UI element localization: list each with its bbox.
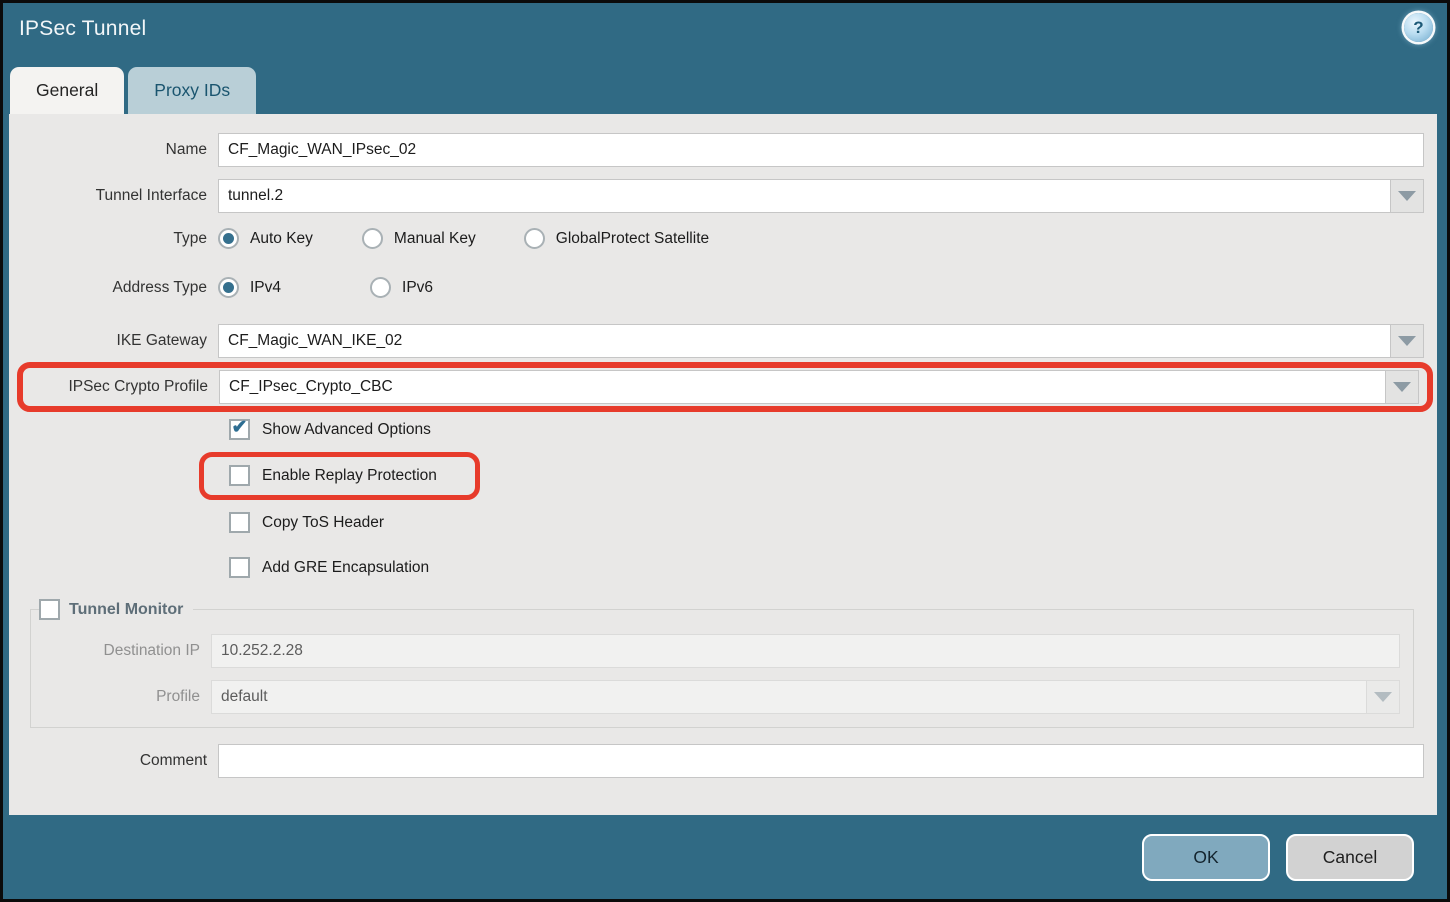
ike-gateway-select [218,324,1424,358]
tunnel-interface-select [218,179,1424,213]
type-option-manual-key[interactable]: Manual Key [362,228,476,249]
profile-row: Profile [31,680,1400,714]
dialog-titlebar: IPSec Tunnel ? [3,3,1447,66]
type-option-auto-key[interactable]: Auto Key [218,228,313,249]
chevron-down-icon [1393,382,1411,392]
ok-button[interactable]: OK [1142,834,1270,881]
radio-icon[interactable] [362,228,383,249]
destination-ip-row: Destination IP [31,634,1400,668]
show-advanced-options-checkbox[interactable]: ✔ [229,419,250,440]
chevron-down-icon [1398,336,1416,346]
add-gre-encapsulation-row[interactable]: Add GRE Encapsulation [229,557,1437,578]
general-tab-panel: Name Tunnel Interface [9,114,1437,815]
name-label: Name [9,141,218,159]
tunnel-interface-label: Tunnel Interface [9,187,218,205]
type-option-manual-key-label: Manual Key [394,230,476,248]
enable-replay-protection-row[interactable]: Enable Replay Protection [229,465,437,486]
chevron-down-icon [1398,191,1416,201]
profile-select [211,680,1400,714]
address-type-option-ipv6-label: IPv6 [402,279,433,297]
address-type-option-ipv4-label: IPv4 [250,279,281,297]
comment-input[interactable] [218,744,1424,778]
comment-label: Comment [9,752,218,770]
ipsec-crypto-profile-label: IPSec Crypto Profile [23,378,219,396]
tunnel-monitor-label: Tunnel Monitor [69,601,183,619]
type-option-globalprotect-satellite-label: GlobalProtect Satellite [556,230,709,248]
type-row: Type Auto Key Manual Key GlobalProtect [9,228,1424,249]
address-type-option-ipv6[interactable]: IPv6 [370,277,433,298]
profile-dropdown-button [1366,680,1400,714]
radio-icon[interactable] [524,228,545,249]
add-gre-encapsulation-label: Add GRE Encapsulation [262,559,429,577]
help-icon[interactable]: ? [1404,13,1433,42]
ike-gateway-dropdown-button[interactable] [1390,324,1424,358]
profile-input [211,680,1366,714]
address-type-row: Address Type IPv4 IPv6 [9,277,1424,298]
destination-ip-label: Destination IP [31,642,211,660]
tunnel-interface-row: Tunnel Interface [9,179,1424,213]
help-icon-glyph: ? [1413,18,1423,38]
dialog-title: IPSec Tunnel [19,17,146,41]
ipsec-crypto-profile-highlight: IPSec Crypto Profile [17,362,1433,412]
tunnel-monitor-legend: Tunnel Monitor [39,599,193,620]
copy-tos-header-checkbox[interactable] [229,512,250,533]
enable-replay-protection-highlight: Enable Replay Protection [199,452,480,500]
ipsec-crypto-profile-input[interactable] [219,370,1385,404]
checkmark-icon: ✔ [232,418,248,437]
radio-icon[interactable] [370,277,391,298]
tunnel-monitor-group: Tunnel Monitor Destination IP Profile [30,599,1414,728]
radio-selected-icon[interactable] [218,277,239,298]
chevron-down-icon [1374,692,1392,702]
tab-general-label: General [36,80,98,101]
ike-gateway-label: IKE Gateway [9,332,218,350]
copy-tos-header-label: Copy ToS Header [262,514,384,532]
type-label: Type [9,230,218,248]
address-type-option-ipv4[interactable]: IPv4 [218,277,281,298]
tunnel-monitor-checkbox[interactable] [39,599,60,620]
profile-label: Profile [31,688,211,706]
dialog-footer: OK Cancel [3,815,1447,899]
cancel-button[interactable]: Cancel [1286,834,1414,881]
comment-row: Comment [9,744,1424,778]
screen: IPSec Tunnel ? General Proxy IDs Name [0,0,1450,902]
tab-proxy-ids[interactable]: Proxy IDs [128,67,256,114]
tab-bar: General Proxy IDs [3,66,1447,114]
enable-replay-protection-checkbox[interactable] [229,465,250,486]
destination-ip-input [211,634,1400,668]
ike-gateway-input[interactable] [218,324,1390,358]
add-gre-encapsulation-checkbox[interactable] [229,557,250,578]
tab-general[interactable]: General [10,67,124,114]
name-input[interactable] [218,133,1424,167]
tunnel-interface-dropdown-button[interactable] [1390,179,1424,213]
ipsec-crypto-profile-row: IPSec Crypto Profile [23,370,1419,404]
ike-gateway-row: IKE Gateway [9,324,1424,358]
tab-proxy-ids-label: Proxy IDs [154,80,230,101]
radio-selected-icon[interactable] [218,228,239,249]
tunnel-interface-input[interactable] [218,179,1390,213]
ipsec-crypto-profile-select [219,370,1419,404]
type-option-globalprotect-satellite[interactable]: GlobalProtect Satellite [524,228,709,249]
ipsec-crypto-profile-dropdown-button[interactable] [1385,370,1419,404]
name-row: Name [9,133,1424,167]
ipsec-tunnel-dialog: IPSec Tunnel ? General Proxy IDs Name [3,3,1447,899]
show-advanced-options-row[interactable]: ✔ Show Advanced Options [229,419,1437,440]
show-advanced-options-label: Show Advanced Options [262,421,431,439]
copy-tos-header-row[interactable]: Copy ToS Header [229,512,1437,533]
enable-replay-protection-label: Enable Replay Protection [262,467,437,485]
address-type-label: Address Type [9,279,218,297]
type-option-auto-key-label: Auto Key [250,230,313,248]
